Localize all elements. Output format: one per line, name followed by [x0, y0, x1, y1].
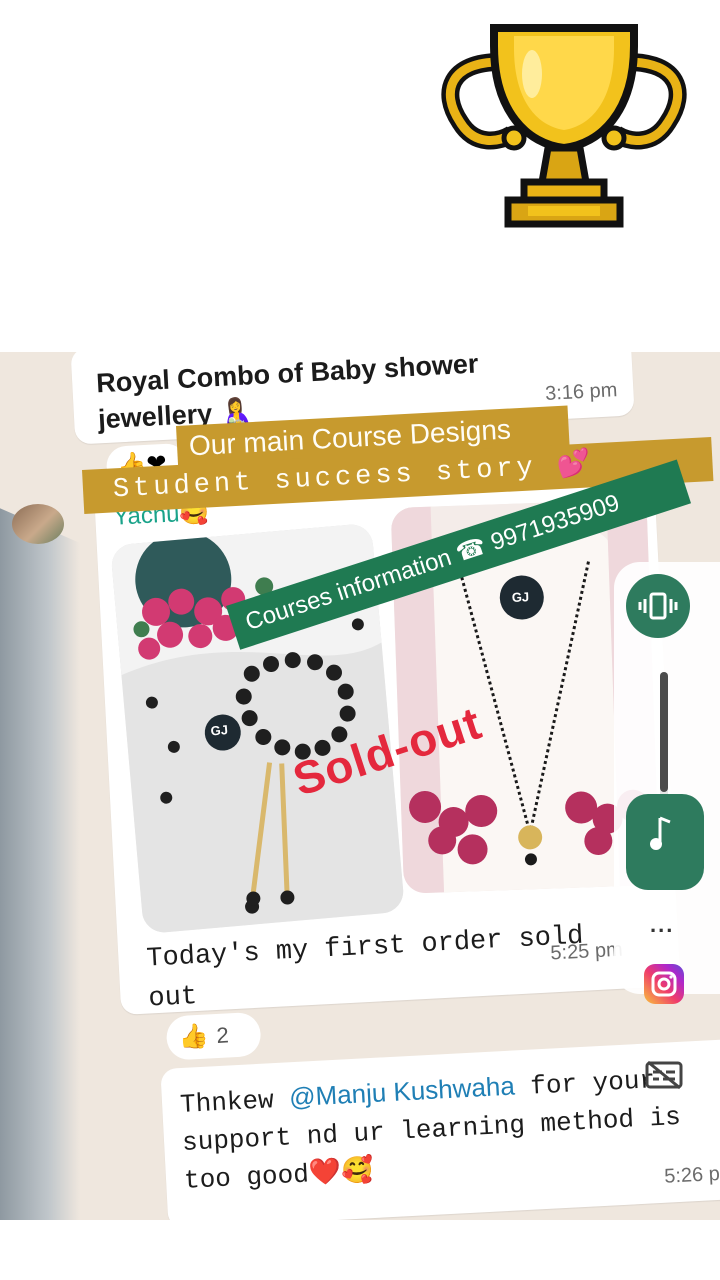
mention-link[interactable]: @Manju Kushwaha	[288, 1071, 515, 1113]
more-options-button[interactable]: ...	[650, 912, 674, 938]
music-note-icon	[650, 816, 671, 850]
instagram-icon[interactable]	[644, 964, 684, 1004]
page: Royal Combo of Baby shower jewellery 🤱 3…	[0, 0, 720, 1280]
message-2-text: Today's my first order sold out	[145, 921, 585, 1015]
trophy-icon	[441, 24, 687, 228]
instagram-glyph	[651, 971, 677, 997]
message-3-time: 5:26 pm	[663, 1162, 720, 1188]
volume-slider-handle[interactable]	[626, 794, 704, 890]
volume-fill	[660, 672, 668, 792]
message-bubble-3[interactable]: Thnkew @Manju Kushwaha for your support …	[160, 1038, 720, 1220]
message-3-text: Thnkew @Manju Kushwaha for your support …	[179, 1056, 714, 1200]
photo-watermark: GJ	[209, 722, 229, 739]
message-2-reactions[interactable]: 👍 2	[165, 1011, 262, 1061]
reaction-emoji: 👍	[177, 1022, 210, 1052]
vibrate-button[interactable]	[626, 574, 690, 638]
message-3-text-before: Thnkew	[179, 1084, 291, 1121]
message-2-time: 5:25 pm	[549, 938, 624, 965]
avatar[interactable]	[12, 504, 64, 544]
reaction-count: 2	[215, 1022, 230, 1049]
volume-panel: ...	[614, 562, 720, 994]
vibrate-icon	[638, 592, 678, 620]
captions-off-icon[interactable]	[644, 1060, 684, 1090]
photo-watermark-2: GJ	[511, 589, 530, 605]
message-1-time: 3:16 pm	[544, 379, 618, 405]
hearts-icon: 💕	[556, 450, 592, 483]
